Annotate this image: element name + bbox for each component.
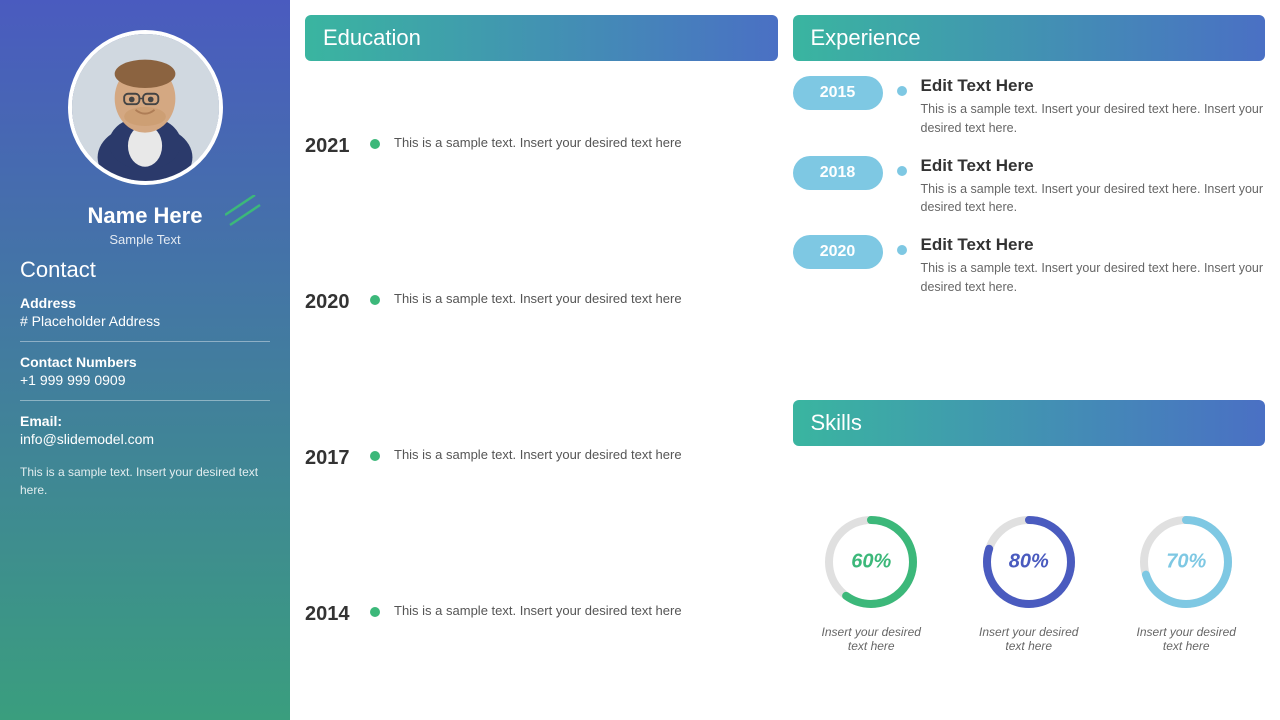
name-subtitle: Sample Text xyxy=(88,232,203,247)
divider-2 xyxy=(20,400,270,401)
skill-item: 80% Insert your desiredtext here xyxy=(974,507,1084,653)
skill-percent-label: 70% xyxy=(1166,551,1206,574)
exp-text-block: Edit Text Here This is a sample text. In… xyxy=(921,156,1266,218)
skill-circle-container: 60% xyxy=(816,507,926,617)
exp-title: Edit Text Here xyxy=(921,76,1266,96)
experience-header: Experience xyxy=(793,15,1266,61)
skill-percent-label: 80% xyxy=(1009,551,1049,574)
exp-dot xyxy=(897,166,907,176)
education-header: Education xyxy=(305,15,778,61)
timeline-text: This is a sample text. Insert your desir… xyxy=(394,601,682,621)
exp-text-block: Edit Text Here This is a sample text. In… xyxy=(921,76,1266,138)
timeline-year: 2020 xyxy=(305,291,360,314)
address-label: Address xyxy=(20,295,270,311)
exp-desc: This is a sample text. Insert your desir… xyxy=(921,100,1266,138)
skill-percent-label: 60% xyxy=(851,551,891,574)
education-panel: Education 2021 This is a sample text. In… xyxy=(305,15,778,705)
contact-title: Contact xyxy=(20,257,270,283)
timeline-dot xyxy=(370,139,380,149)
exp-dot xyxy=(897,86,907,96)
exp-title: Edit Text Here xyxy=(921,235,1266,255)
name-text: Name Here xyxy=(88,203,203,229)
skill-item: 60% Insert your desiredtext here xyxy=(816,507,926,653)
contact-value: +1 999 999 0909 xyxy=(20,372,270,388)
contact-section: Contact Address # Placeholder Address Co… xyxy=(20,257,270,449)
timeline-text: This is a sample text. Insert your desir… xyxy=(394,445,682,465)
timeline-year: 2014 xyxy=(305,603,360,626)
education-timeline: 2021 This is a sample text. Insert your … xyxy=(305,71,778,705)
exp-year-badge: 2015 xyxy=(793,76,883,110)
exp-title: Edit Text Here xyxy=(921,156,1266,176)
skill-circle-container: 70% xyxy=(1131,507,1241,617)
timeline-item: 2020 This is a sample text. Insert your … xyxy=(305,289,778,314)
experience-item: 2015 Edit Text Here This is a sample tex… xyxy=(793,76,1266,138)
skill-desc: Insert your desiredtext here xyxy=(979,625,1078,653)
experience-panel: Experience 2015 Edit Text Here This is a… xyxy=(793,15,1266,385)
email-value: info@slidemodel.com xyxy=(20,431,270,447)
exp-desc: This is a sample text. Insert your desir… xyxy=(921,180,1266,218)
exp-year-badge: 2018 xyxy=(793,156,883,190)
exp-desc: This is a sample text. Insert your desir… xyxy=(921,259,1266,297)
main-content: Education 2021 This is a sample text. In… xyxy=(290,0,1280,720)
experience-items: 2015 Edit Text Here This is a sample tex… xyxy=(793,71,1266,302)
timeline-year: 2017 xyxy=(305,447,360,470)
experience-item: 2018 Edit Text Here This is a sample tex… xyxy=(793,156,1266,218)
timeline-dot xyxy=(370,451,380,461)
skills-panel: Skills 60% Insert your desiredtext here … xyxy=(793,400,1266,705)
skills-circles: 60% Insert your desiredtext here 80% Ins… xyxy=(793,456,1266,705)
name-section: Name Here Sample Text xyxy=(88,203,203,247)
sidebar-bottom-text: This is a sample text. Insert your desir… xyxy=(20,463,270,499)
exp-text-block: Edit Text Here This is a sample text. In… xyxy=(921,235,1266,297)
sidebar: Name Here Sample Text Contact Address # … xyxy=(0,0,290,720)
timeline-year: 2021 xyxy=(305,135,360,158)
divider-1 xyxy=(20,341,270,342)
skills-header: Skills xyxy=(793,400,1266,446)
skill-desc: Insert your desiredtext here xyxy=(822,625,921,653)
avatar xyxy=(68,30,223,185)
timeline-text: This is a sample text. Insert your desir… xyxy=(394,133,682,153)
timeline-item: 2014 This is a sample text. Insert your … xyxy=(305,601,778,626)
timeline-dot xyxy=(370,295,380,305)
contact-label: Contact Numbers xyxy=(20,354,270,370)
timeline-item: 2017 This is a sample text. Insert your … xyxy=(305,445,778,470)
address-value: # Placeholder Address xyxy=(20,313,270,329)
exp-dot xyxy=(897,245,907,255)
timeline-text: This is a sample text. Insert your desir… xyxy=(394,289,682,309)
exp-year-badge: 2020 xyxy=(793,235,883,269)
skill-item: 70% Insert your desiredtext here xyxy=(1131,507,1241,653)
decorative-lines xyxy=(225,195,265,240)
skill-desc: Insert your desiredtext here xyxy=(1137,625,1236,653)
email-label: Email: xyxy=(20,413,270,429)
timeline-dot xyxy=(370,607,380,617)
timeline-item: 2021 This is a sample text. Insert your … xyxy=(305,133,778,158)
skill-circle-container: 80% xyxy=(974,507,1084,617)
experience-item: 2020 Edit Text Here This is a sample tex… xyxy=(793,235,1266,297)
